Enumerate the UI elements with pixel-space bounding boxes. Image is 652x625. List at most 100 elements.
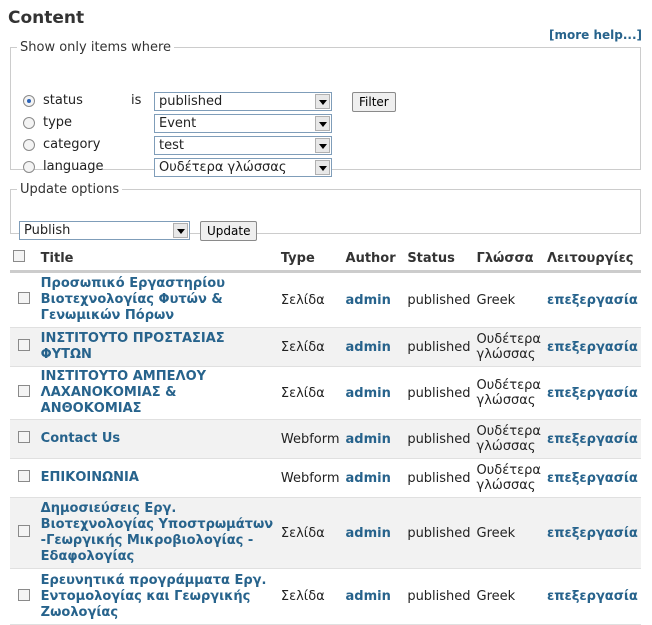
header-language[interactable]: Γλώσσα [473, 246, 544, 273]
row-title-link[interactable]: ΕΠΙΚΟΙΝΩΝΙΑ [41, 470, 275, 486]
row-checkbox[interactable] [17, 588, 30, 601]
row-title-link[interactable]: Contact Us [41, 431, 275, 447]
content-table: Title Type Author Status Γλώσσα Λειτουργ… [10, 246, 641, 625]
select-all-checkbox[interactable] [13, 250, 25, 262]
language-select-value: Ουδέτερα γλώσσας [159, 160, 287, 175]
row-title-link[interactable]: ΙΝΣΤΙΤΟΥΤΟ ΠΡΟΣΤΑΣΙΑΣ ΦΥΤΩΝ [41, 331, 275, 363]
status-select[interactable]: published [154, 92, 332, 111]
type-label: type [43, 115, 73, 130]
row-type: Σελίδα [280, 339, 325, 355]
status-radio[interactable] [23, 95, 35, 107]
update-options-select[interactable]: Publish [19, 221, 190, 240]
filter-row-type: type Event [23, 114, 623, 133]
header-status[interactable]: Status [404, 246, 474, 273]
table-row: ΕΠΙΚΟΙΝΩΝΙΑ Webform admin published Ουδέ… [10, 458, 641, 498]
row-language: Greek [476, 525, 516, 541]
row-checkbox[interactable] [17, 470, 30, 482]
category-label: category [43, 137, 101, 152]
row-checkbox[interactable] [17, 385, 30, 397]
row-edit-link[interactable]: επεξεργασία [547, 589, 638, 604]
type-radio[interactable] [23, 117, 35, 129]
row-language: Greek [476, 292, 516, 308]
category-radio[interactable] [23, 139, 35, 151]
row-type: Σελίδα [280, 385, 325, 401]
language-label: language [43, 159, 104, 174]
update-select-value: Publish [24, 223, 71, 238]
page-title: Content [8, 8, 85, 28]
row-checkbox[interactable] [17, 525, 30, 537]
table-row: Προσωπικό Εργαστηρίου Βιοτεχνολογίας Φυτ… [10, 271, 641, 328]
row-edit-link[interactable]: επεξεργασία [547, 526, 638, 541]
row-edit-link[interactable]: επεξεργασία [547, 471, 638, 486]
table-row: Ερευνητικά προγράμματα Εργ. Εντομολογίας… [10, 568, 641, 625]
filter-row-status: status is published [23, 92, 623, 111]
update-fieldset: Update options Publish Update [10, 182, 641, 241]
row-edit-link[interactable]: επεξεργασία [547, 386, 638, 401]
row-checkbox[interactable] [17, 339, 30, 351]
language-select[interactable]: Ουδέτερα γλώσσας [154, 158, 332, 177]
row-edit-link[interactable]: επεξεργασία [547, 432, 638, 447]
row-title-link[interactable]: Προσωπικό Εργαστηρίου Βιοτεχνολογίας Φυτ… [41, 276, 275, 324]
row-type: Σελίδα [280, 292, 325, 308]
status-select-value: published [159, 94, 223, 109]
table-row: Contact Us Webform admin published Ουδέτ… [10, 419, 641, 459]
type-select-value: Event [159, 116, 197, 131]
row-language: Greek [476, 589, 516, 604]
table-row: ΙΝΣΤΙΤΟΥΤΟ ΠΡΟΣΤΑΣΙΑΣ ΦΥΤΩΝ Σελίδα admin… [10, 327, 641, 367]
header-operations: Λειτουργίες [543, 246, 641, 273]
filter-row-category: category test [23, 136, 623, 155]
filter-fieldset: Show only items where status is publishe… [10, 40, 641, 177]
update-button[interactable]: Update [200, 221, 258, 241]
header-type[interactable]: Type [277, 246, 343, 273]
filter-button[interactable]: Filter [352, 92, 396, 112]
row-checkbox[interactable] [17, 292, 30, 304]
filter-row-language: language Ουδέτερα γλώσσας [23, 158, 623, 177]
row-language: Ουδέτερα γλώσσας [476, 378, 541, 408]
row-title-link[interactable]: Ερευνητικά προγράμματα Εργ. Εντομολογίας… [41, 573, 275, 621]
type-select[interactable]: Event [154, 114, 332, 133]
chevron-down-icon[interactable] [315, 94, 330, 109]
row-language: Ουδέτερα γλώσσας [476, 332, 541, 362]
category-select[interactable]: test [154, 136, 332, 155]
row-author-link[interactable]: admin [346, 293, 391, 308]
select-all-cell [10, 246, 38, 273]
row-title-link[interactable]: Δημοσιεύσεις Εργ. Βιοτεχνολογίας Υποστρω… [41, 501, 275, 565]
row-status: published [407, 470, 471, 486]
chevron-down-icon[interactable] [315, 116, 330, 131]
row-author-link[interactable]: admin [346, 589, 391, 604]
row-status: published [407, 525, 471, 541]
chevron-down-icon[interactable] [315, 138, 330, 153]
row-language: Ουδέτερα γλώσσας [476, 463, 541, 493]
row-checkbox[interactable] [17, 431, 30, 443]
header-author[interactable]: Author [342, 246, 405, 273]
header-title[interactable]: Title [37, 246, 278, 273]
row-type: Webform [280, 431, 340, 447]
row-status: published [407, 589, 471, 604]
chevron-down-icon[interactable] [315, 160, 330, 175]
row-edit-link[interactable]: επεξεργασία [547, 293, 638, 308]
category-select-value: test [159, 138, 184, 153]
table-header-row: Title Type Author Status Γλώσσα Λειτουργ… [10, 246, 641, 273]
row-status: published [407, 431, 471, 447]
row-title-link[interactable]: ΙΝΣΤΙΤΟΥΤΟ ΑΜΠΕΛΟΥ ΛΑΧΑΝΟΚΟΜΙΑΣ & ΑΝΘΟΚΟ… [41, 369, 275, 417]
row-type: Σελίδα [280, 525, 325, 541]
row-type: Σελίδα [280, 589, 325, 604]
row-author-link[interactable]: admin [346, 432, 391, 447]
row-author-link[interactable]: admin [346, 471, 391, 486]
row-type: Webform [280, 470, 340, 486]
status-label: status [43, 93, 83, 108]
row-status: published [407, 385, 471, 401]
row-edit-link[interactable]: επεξεργασία [547, 340, 638, 355]
chevron-down-icon[interactable] [173, 223, 188, 238]
language-radio[interactable] [23, 161, 35, 173]
update-legend: Update options [20, 182, 120, 197]
table-row: Δημοσιεύσεις Εργ. Βιοτεχνολογίας Υποστρω… [10, 497, 641, 569]
table-row: ΙΝΣΤΙΤΟΥΤΟ ΑΜΠΕΛΟΥ ΛΑΧΑΝΟΚΟΜΙΑΣ & ΑΝΘΟΚΟ… [10, 366, 641, 420]
row-status: published [407, 339, 471, 355]
row-author-link[interactable]: admin [346, 526, 391, 541]
row-status: published [407, 292, 471, 308]
row-author-link[interactable]: admin [346, 386, 391, 401]
is-label: is [131, 93, 142, 108]
filter-legend: Show only items where [20, 40, 172, 55]
row-author-link[interactable]: admin [346, 340, 391, 355]
